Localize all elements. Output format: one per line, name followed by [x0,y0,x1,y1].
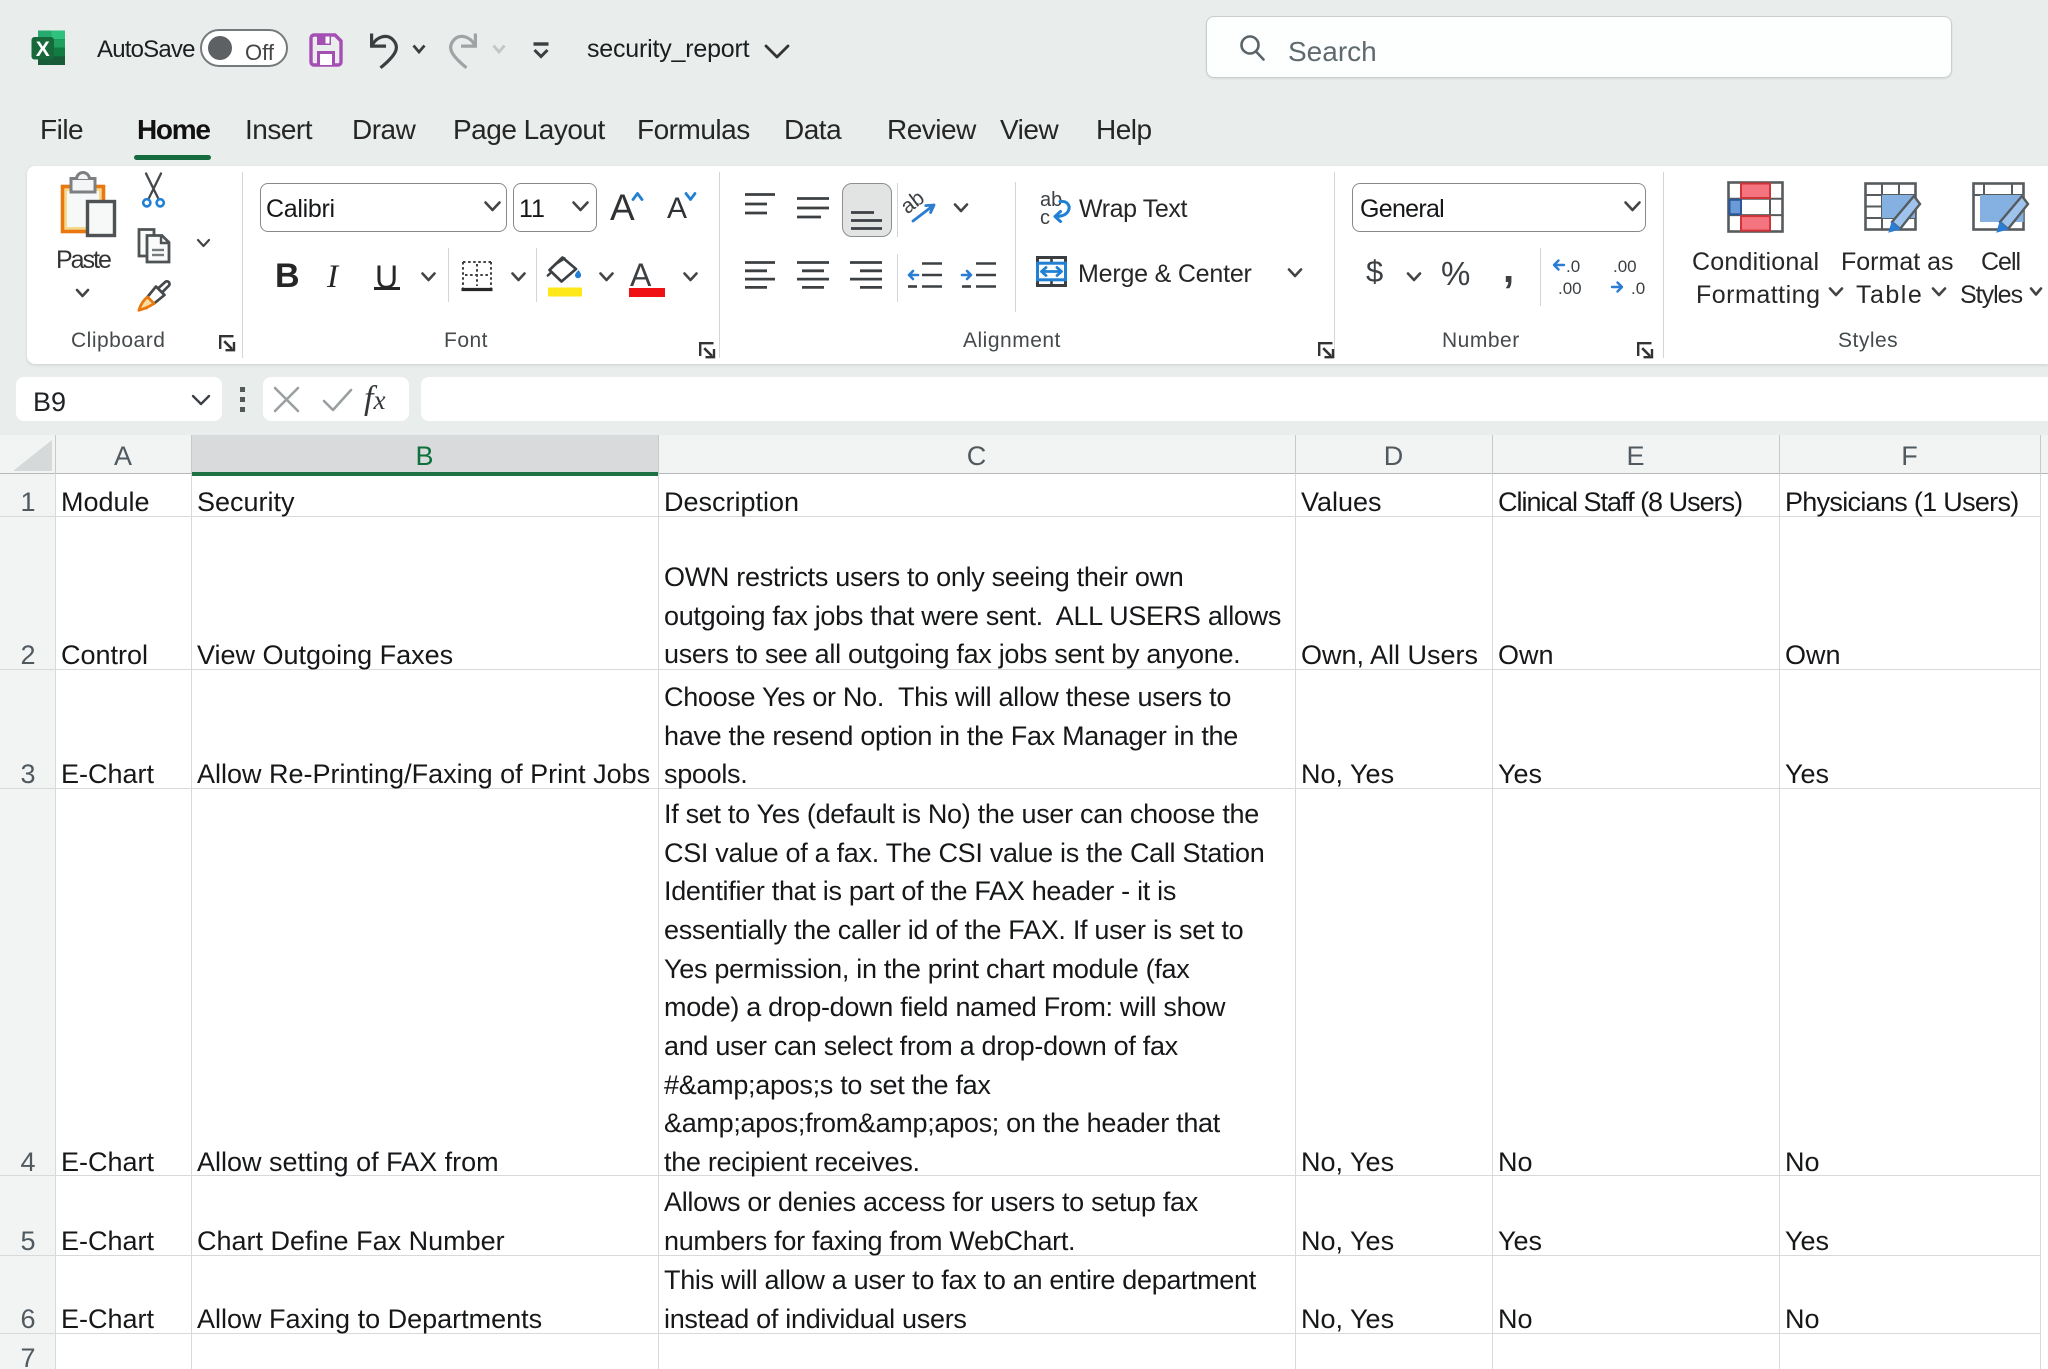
svg-text:.0: .0 [1631,279,1645,298]
svg-text:X: X [36,38,50,61]
svg-text:c: c [1040,207,1050,229]
svg-text:.00: .00 [1613,257,1637,276]
svg-text:.0: .0 [1566,257,1580,276]
svg-text:.00: .00 [1558,279,1582,298]
